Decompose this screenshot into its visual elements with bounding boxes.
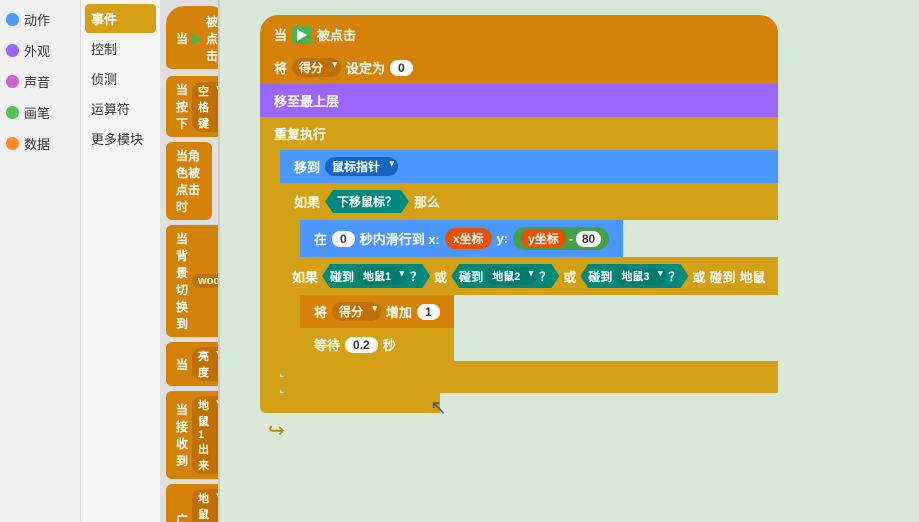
block-when-flag[interactable]: 当 被点击 (166, 6, 218, 69)
block-when-receive[interactable]: 当接收到 地鼠1出来▾ (166, 391, 218, 479)
sensing-label: 侦测 (91, 69, 117, 88)
sound-dot (6, 75, 19, 88)
mouse-down-condition: 下移鼠标？ (325, 190, 409, 213)
y-coord-reporter: y坐标 (521, 229, 566, 248)
subcat-operators[interactable]: 运算符 (85, 94, 156, 123)
y-offset: 80 (576, 231, 601, 247)
block-when-sprite[interactable]: 当角色被点击时 (166, 142, 212, 220)
return-arrow-icon: ↩ (268, 418, 285, 443)
if-body: 在 0 秒内滑行到 x: x坐标 y: y坐标 - 80 (280, 220, 778, 257)
category-looks[interactable]: 外观 (0, 35, 80, 66)
script-glide[interactable]: 在 0 秒内滑行到 x: x坐标 y: y坐标 - 80 (300, 220, 623, 257)
if-hit-cap-bar (280, 361, 300, 377)
more-label: 更多模块 (91, 129, 143, 148)
add-score-value: 1 (417, 304, 440, 320)
block-broadcast[interactable]: 广播 地鼠1出来▾ (166, 484, 218, 522)
category-list: 动作 外观 声音 画笔 数据 (0, 0, 80, 522)
script-if-mouse-down[interactable]: 如果 下移鼠标？ 那么 (280, 183, 778, 220)
if-hit-body: 将 得分▾ 增加 1 等待 0.2 秒 (280, 295, 778, 361)
subcat-events[interactable]: 事件 (85, 4, 156, 33)
script-add-score[interactable]: 将 得分▾ 增加 1 (300, 295, 454, 328)
return-arrow-row: ↩ (260, 413, 778, 443)
glide-time: 0 (332, 231, 355, 247)
wait-value: 0.2 (345, 337, 378, 353)
sound-label: 声音 (24, 72, 50, 91)
script-set-score[interactable]: 将 得分▾ 设定为 0 (260, 51, 778, 84)
looks-dot (6, 44, 19, 57)
subcat-more[interactable]: 更多模块 (85, 124, 156, 153)
hit-mole2-condition: 碰到 地鼠2▾ ？ (451, 264, 559, 288)
flag-icon (192, 33, 202, 45)
repeat-cap (260, 393, 778, 413)
flag-green-icon (292, 26, 312, 44)
if-hit-cap-fill (300, 361, 778, 377)
score-value: 0 (390, 60, 413, 76)
script-if-hit[interactable]: 如果 碰到 地鼠1▾ ？ 或 碰到 地鼠2▾ ？ 或 (280, 257, 778, 295)
script-go-front[interactable]: 移至最上层 (260, 84, 778, 117)
x-coord-reporter: x坐标 (445, 228, 492, 249)
control-label: 控制 (91, 39, 117, 58)
score-var-dropdown[interactable]: 得分▾ (292, 58, 341, 77)
repeat-cap-bar (260, 393, 280, 413)
if-inner: 在 0 秒内滑行到 x: x坐标 y: y坐标 - 80 (300, 220, 623, 257)
data-dot (6, 137, 19, 150)
add-score-var[interactable]: 得分▾ (332, 302, 381, 321)
mole2-dropdown[interactable]: 地鼠2▾ (486, 267, 536, 285)
script-when-flag[interactable]: 当 被点击 (260, 15, 778, 51)
y-expr: y坐标 - 80 (513, 227, 609, 250)
events-label: 事件 (91, 9, 117, 28)
block-when-brightness[interactable]: 当 亮度▾ > 10 (166, 342, 218, 386)
script-repeat-top[interactable]: 重复执行 (260, 117, 778, 150)
hit-mole1-condition: 碰到 地鼠1▾ ？ (322, 264, 430, 288)
if-left-bar (280, 220, 300, 257)
if-mouse-cap (280, 377, 778, 393)
motion-dot (6, 13, 19, 26)
data-label: 数据 (24, 134, 50, 153)
scripting-area: 当 被点击 将 得分▾ 设定为 0 移至最上层 重复执行 (220, 0, 919, 522)
subcat-control[interactable]: 控制 (85, 34, 156, 63)
script-move-mouse[interactable]: 移到 鼠标指针▾ (280, 150, 778, 183)
category-pen[interactable]: 画笔 (0, 97, 80, 128)
category-sound[interactable]: 声音 (0, 66, 80, 97)
script-wait[interactable]: 等待 0.2 秒 (300, 328, 454, 361)
blocks-palette: 当 被点击 当按下 空格键▾ 当角色被点击时 当背景切换到 woods▾ 当 (160, 0, 218, 522)
subcategory-list: 事件 控制 侦测 运算符 更多模块 (80, 0, 160, 522)
mouse-dropdown[interactable]: 鼠标指针▾ (325, 157, 398, 176)
mole3-dropdown[interactable]: 地鼠3▾ (615, 267, 665, 285)
repeat-inner: 移到 鼠标指针▾ 如果 下移鼠标？ 那么 (280, 150, 778, 393)
hit-mole3-condition: 碰到 地鼠3▾ ？ (580, 264, 688, 288)
category-data[interactable]: 数据 (0, 128, 80, 159)
if-mouse-cap-bar (280, 377, 300, 393)
main-script: 当 被点击 将 得分▾ 设定为 0 移至最上层 重复执行 (260, 15, 778, 443)
block-when-key[interactable]: 当按下 空格键▾ (166, 76, 218, 137)
pen-dot (6, 106, 19, 119)
brightness-dropdown[interactable]: 亮度▾ (192, 347, 218, 381)
looks-label: 外观 (24, 41, 50, 60)
if-mouse-cap-fill (300, 377, 778, 393)
block-when-bg[interactable]: 当背景切换到 woods▾ (166, 225, 218, 337)
category-motion[interactable]: 动作 (0, 4, 80, 35)
subcat-sensing[interactable]: 侦测 (85, 64, 156, 93)
repeat-body: 移到 鼠标指针▾ 如果 下移鼠标？ 那么 (260, 150, 778, 393)
operators-label: 运算符 (91, 99, 130, 118)
bg-dropdown[interactable]: woods▾ (192, 274, 218, 288)
repeat-cap-fill (280, 393, 440, 413)
repeat-left-bar (260, 150, 280, 393)
if-hit-left-bar (280, 295, 300, 361)
pen-label: 画笔 (24, 103, 50, 122)
repeat-bottom: ↩ (260, 393, 778, 443)
mole1-dropdown[interactable]: 地鼠1▾ (357, 267, 407, 285)
motion-label: 动作 (24, 10, 50, 29)
broadcast-dropdown[interactable]: 地鼠1出来▾ (192, 489, 218, 522)
if-hit-cap (280, 361, 778, 377)
key-dropdown[interactable]: 空格键▾ (192, 82, 218, 132)
left-panel: 动作 外观 声音 画笔 数据 事件 (0, 0, 220, 522)
if-hit-inner: 将 得分▾ 增加 1 等待 0.2 秒 (300, 295, 454, 361)
receive-dropdown[interactable]: 地鼠1出来▾ (192, 396, 218, 474)
